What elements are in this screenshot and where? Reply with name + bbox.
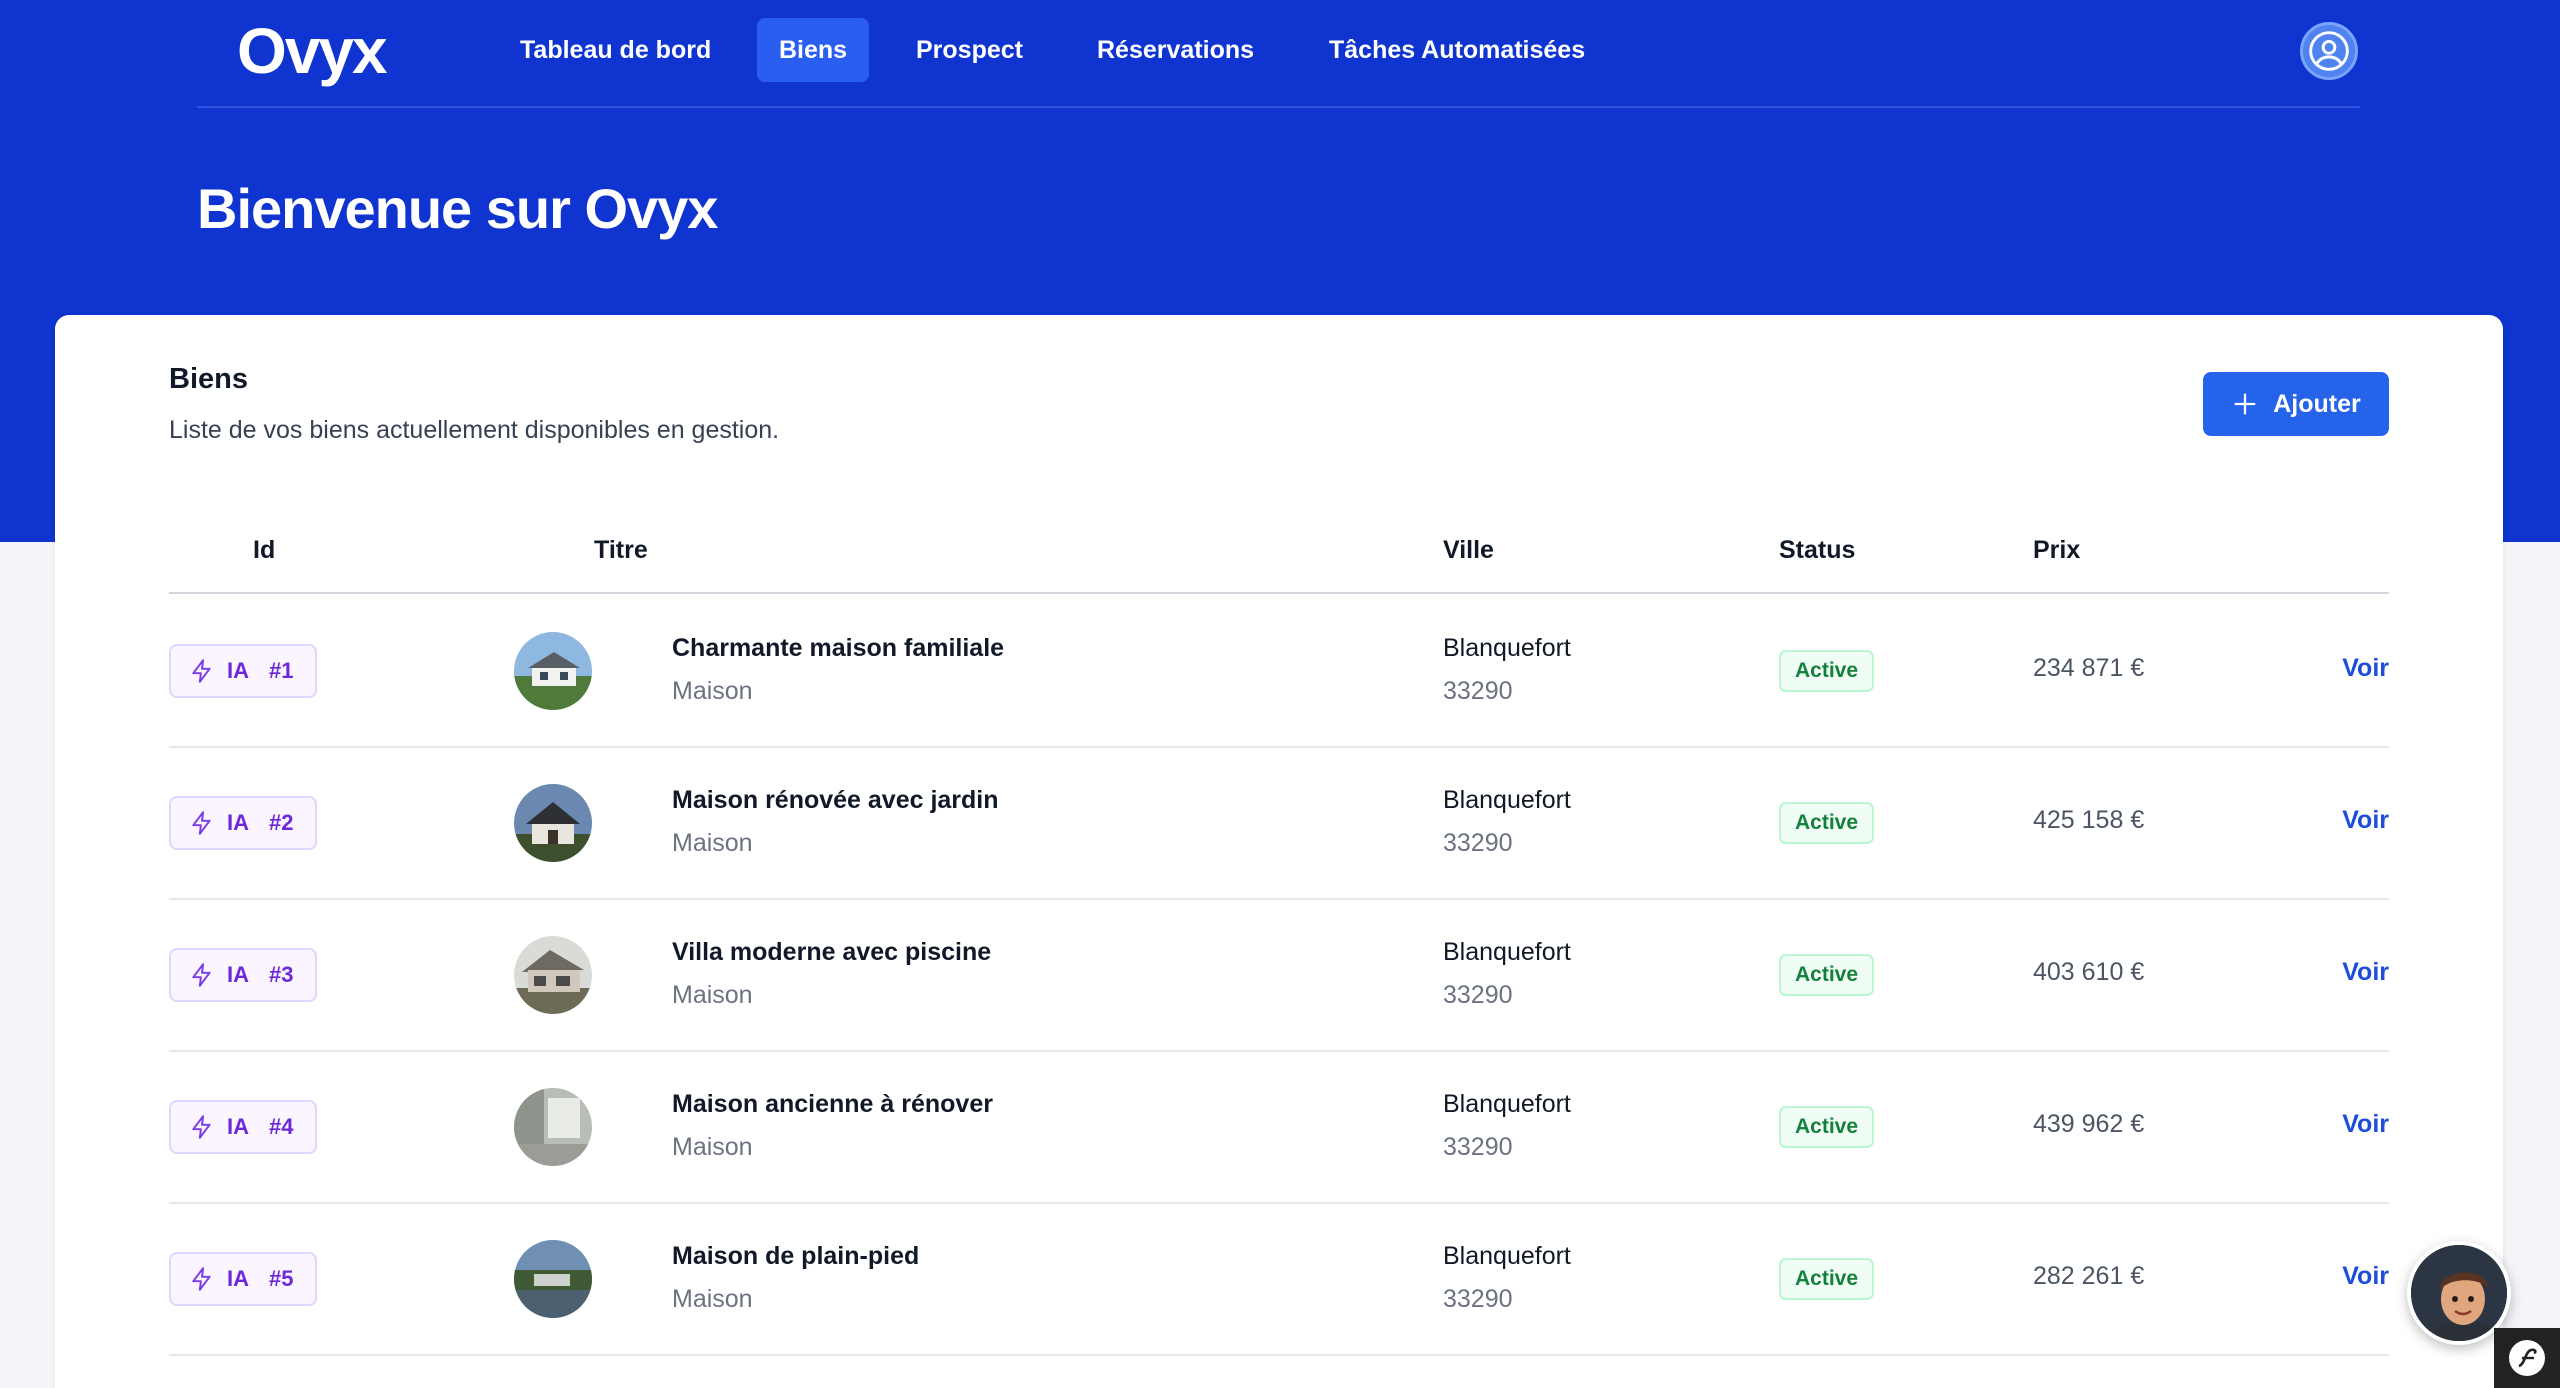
property-id: #4	[269, 1114, 294, 1139]
ia-label: IA	[227, 810, 249, 835]
plus-icon	[2234, 393, 2256, 415]
status-badge: Active	[1779, 1106, 1875, 1148]
view-property-link[interactable]: Voir	[2342, 806, 2389, 835]
property-title: Maison de plain-pied	[672, 1242, 920, 1270]
status-badge: Active	[1779, 802, 1875, 844]
table-row[interactable]: IA #1 Charmante maison familiale Maison …	[169, 596, 2389, 748]
column-header-prix: Prix	[2033, 536, 2081, 564]
property-zip: 33290	[1443, 1285, 1513, 1313]
properties-card: Biens Liste de vos biens actuellement di…	[55, 315, 2503, 1388]
property-type: Maison	[672, 1285, 753, 1313]
property-thumbnail	[514, 784, 592, 862]
column-header-ville: Ville	[1443, 536, 1494, 564]
property-id: #2	[269, 810, 294, 835]
ia-label: IA	[227, 1114, 249, 1139]
property-price: 234 871 €	[2033, 654, 2145, 682]
property-price: 282 261 €	[2033, 1262, 2145, 1290]
nav-item-prospect[interactable]: Prospect	[894, 18, 1045, 82]
ia-id-badge[interactable]: IA #4	[169, 1100, 318, 1154]
property-thumbnail	[514, 1088, 592, 1166]
ia-id-badge[interactable]: IA #5	[169, 1252, 318, 1306]
ia-label: IA	[227, 962, 249, 987]
property-city: Blanquefort	[1443, 786, 1571, 814]
property-city: Blanquefort	[1443, 938, 1571, 966]
property-price: 403 610 €	[2033, 958, 2145, 986]
nav-item-reservations[interactable]: Réservations	[1075, 18, 1276, 82]
property-type: Maison	[672, 981, 753, 1009]
view-property-link[interactable]: Voir	[2342, 958, 2389, 987]
table-row[interactable]: IA #5 Maison de plain-pied Maison Blanqu…	[169, 1204, 2389, 1356]
view-property-link[interactable]: Voir	[2342, 1262, 2389, 1291]
column-header-id: Id	[253, 536, 276, 564]
property-id: #3	[269, 962, 294, 987]
property-title: Charmante maison familiale	[672, 634, 1005, 662]
table-row[interactable]: IA #2 Maison rénovée avec jardin Maison …	[169, 748, 2389, 900]
property-title: Maison ancienne à rénover	[672, 1090, 993, 1118]
property-zip: 33290	[1443, 1133, 1513, 1161]
property-thumbnail	[514, 1240, 592, 1318]
ia-label: IA	[227, 1266, 249, 1291]
property-price: 425 158 €	[2033, 806, 2145, 834]
property-title: Villa moderne avec piscine	[672, 938, 992, 966]
property-thumbnail	[514, 936, 592, 1014]
property-city: Blanquefort	[1443, 1090, 1571, 1118]
section-subtitle: Liste de vos biens actuellement disponib…	[169, 416, 780, 444]
property-price: 439 962 €	[2033, 1110, 2145, 1138]
user-menu-button[interactable]	[2300, 22, 2358, 80]
symfony-icon	[2509, 1340, 2545, 1376]
page-title: Bienvenue sur Ovyx	[197, 177, 718, 240]
add-button-label: Ajouter	[2273, 389, 2361, 418]
property-title: Maison rénovée avec jardin	[672, 786, 999, 814]
ia-id-badge[interactable]: IA #1	[169, 644, 318, 698]
property-id: #5	[269, 1266, 294, 1291]
property-type: Maison	[672, 677, 753, 705]
add-property-button[interactable]: Ajouter	[2203, 372, 2389, 436]
section-title: Biens	[169, 363, 248, 395]
ia-label: IA	[227, 658, 249, 683]
status-badge: Active	[1779, 954, 1875, 996]
column-header-titre: Titre	[594, 536, 648, 564]
lightning-icon	[192, 1267, 211, 1291]
nav-item-tableau-de-bord[interactable]: Tableau de bord	[498, 18, 733, 82]
debug-toolbar-toggle[interactable]	[2494, 1328, 2560, 1388]
nav-item-taches-automatisees[interactable]: Tâches Automatisées	[1307, 18, 1607, 82]
lightning-icon	[192, 1115, 211, 1139]
nav-item-biens[interactable]: Biens	[757, 18, 870, 82]
lightning-icon	[192, 963, 211, 987]
table-row[interactable]: IA #3 Villa moderne avec piscine Maison …	[169, 900, 2389, 1052]
property-zip: 33290	[1443, 981, 1513, 1009]
column-header-status: Status	[1779, 536, 1856, 564]
ia-id-badge[interactable]: IA #3	[169, 948, 318, 1002]
property-type: Maison	[672, 829, 753, 857]
top-navigation: Ovyx Tableau de bord Biens Prospect Rése…	[197, 0, 2360, 108]
property-id: #1	[269, 658, 294, 683]
view-property-link[interactable]: Voir	[2342, 654, 2389, 683]
status-badge: Active	[1779, 1258, 1875, 1300]
property-zip: 33290	[1443, 677, 1513, 705]
property-zip: 33290	[1443, 829, 1513, 857]
property-thumbnail	[514, 632, 592, 710]
view-property-link[interactable]: Voir	[2342, 1110, 2389, 1139]
property-city: Blanquefort	[1443, 1242, 1571, 1270]
lightning-icon	[192, 659, 211, 683]
status-badge: Active	[1779, 650, 1875, 692]
ovyx-logo[interactable]: Ovyx	[237, 14, 388, 88]
table-header: Id Titre Ville Status Prix	[169, 520, 2389, 594]
property-city: Blanquefort	[1443, 634, 1571, 662]
table-row[interactable]: IA #4 Maison ancienne à rénover Maison B…	[169, 1052, 2389, 1204]
property-type: Maison	[672, 1133, 753, 1161]
ia-id-badge[interactable]: IA #2	[169, 796, 318, 850]
lightning-icon	[192, 811, 211, 835]
user-circle-icon	[2309, 31, 2349, 71]
